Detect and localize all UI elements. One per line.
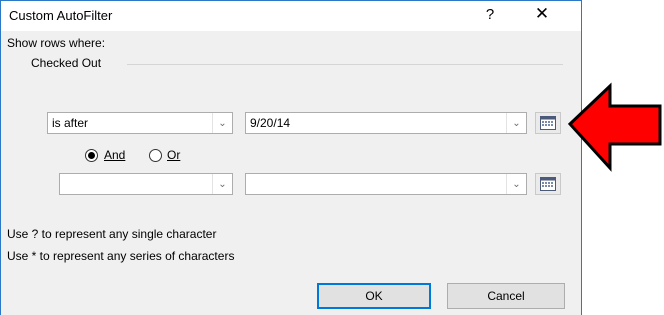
date-picker-button-2[interactable] xyxy=(535,173,561,195)
help-button[interactable]: ? xyxy=(475,6,505,23)
or-label: Or xyxy=(167,148,181,162)
chevron-down-icon: ⌄ xyxy=(212,113,232,133)
show-rows-label: Show rows where: xyxy=(7,36,106,50)
chevron-down-icon: ⌄ xyxy=(506,113,526,133)
ok-button[interactable]: OK xyxy=(317,283,431,309)
close-button[interactable]: ✕ xyxy=(527,4,557,24)
custom-autofilter-dialog: Custom AutoFilter ? ✕ Show rows where: C… xyxy=(0,0,582,315)
and-label: And xyxy=(104,148,126,162)
date-picker-button-1[interactable] xyxy=(535,112,561,134)
operator-value-1: is after xyxy=(52,116,89,130)
value-text-1: 9/20/14 xyxy=(250,116,291,130)
hint-asterisk: Use * to represent any series of charact… xyxy=(7,249,235,263)
operator-select-1[interactable]: is after ⌄ xyxy=(47,112,233,134)
calendar-icon xyxy=(540,177,556,191)
dialog-title: Custom AutoFilter xyxy=(9,8,113,23)
title-bar: Custom AutoFilter ? ✕ xyxy=(1,1,581,31)
red-arrow-annotation xyxy=(567,82,662,172)
group-divider xyxy=(127,64,563,65)
and-radio[interactable] xyxy=(85,149,98,162)
value-combo-2[interactable]: ⌄ xyxy=(245,173,527,195)
calendar-icon xyxy=(540,116,556,130)
cancel-button[interactable]: Cancel xyxy=(447,283,565,309)
or-radio[interactable] xyxy=(149,149,162,162)
value-combo-1[interactable]: 9/20/14 ⌄ xyxy=(245,112,527,134)
hint-question-mark: Use ? to represent any single character xyxy=(7,227,217,241)
chevron-down-icon: ⌄ xyxy=(212,174,232,194)
column-name-label: Checked Out xyxy=(31,56,102,70)
chevron-down-icon: ⌄ xyxy=(506,174,526,194)
operator-select-2[interactable]: ⌄ xyxy=(59,173,233,195)
